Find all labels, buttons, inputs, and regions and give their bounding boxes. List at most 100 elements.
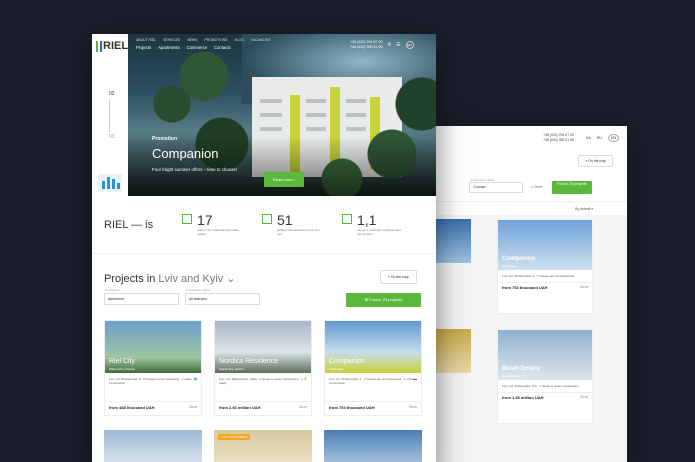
back-map-row: ⌖ On the map <box>405 149 627 173</box>
nav-commerce[interactable]: Commerce <box>187 45 207 50</box>
nav-projects[interactable]: Projects <box>136 45 151 50</box>
project-name: Companion <box>329 358 365 365</box>
slide-progress-line <box>109 100 110 132</box>
project-district: Zaliznychnyi district <box>109 367 136 371</box>
hero-shade <box>92 136 436 196</box>
stat-text: years in the residential real estate mar… <box>197 228 239 236</box>
back-filters: Construction status Choose × Clear Found:… <box>405 173 627 201</box>
projects-page-window: +38 (032) 294 67 00 +38 (044) 390 21 50 … <box>405 126 627 462</box>
award-badge-icon <box>98 174 122 192</box>
stat-years: 17 years in the residential real estate m… <box>182 212 262 237</box>
back-card-price: from 1.35 million UAH <box>502 395 544 400</box>
project-card-companion[interactable]: Companion Sykhivskyi Lviv, vul. Shuhevyc… <box>324 320 422 416</box>
language-switcher[interactable]: EN <box>405 41 414 49</box>
project-card-partial[interactable]: LAST APARTMENTS <box>214 430 312 462</box>
project-district: Sykhivskyi <box>329 367 344 371</box>
read-more-button[interactable]: Read more › <box>264 172 304 187</box>
back-found-button[interactable]: Found: 23 projects <box>552 180 593 194</box>
back-card-bereh-dnipra[interactable]: Bereh Dnipra Darnytskyi district Kyiv, v… <box>497 329 593 424</box>
project-go-link[interactable]: Go to <box>409 405 417 410</box>
city-dropdown[interactable]: Lviv and Kyiv ⌄ <box>158 273 235 285</box>
map-label: On the map <box>390 275 409 279</box>
nav-about[interactable]: ABOUT RIEL <box>136 38 156 42</box>
project-info-text: Lviv, vul. Shuhevycha, 2 · 7 houses are … <box>329 377 414 385</box>
search-icon[interactable]: ⚲ <box>387 42 391 48</box>
found-projects-button[interactable]: ⊞ Found: 23 projects <box>346 293 421 307</box>
back-card-price: from 753 thousand UAH <box>502 285 548 290</box>
lang-en[interactable]: EN <box>608 133 619 142</box>
main-navigation: ABOUT RIEL SERVICES NEWS PROMOTIONS BLOG… <box>136 38 270 50</box>
brand-statement: RIEL — is <box>104 218 154 231</box>
project-price: from 2.66 million UAH <box>219 405 261 410</box>
slide-current[interactable]: 02 <box>109 91 115 97</box>
clear-label: Clear <box>533 185 543 189</box>
back-card-price-row: from 1.35 million UAH Go to <box>498 392 592 402</box>
logo-text: RIEL <box>103 40 129 52</box>
project-image: Riel City Zaliznychnyi district <box>105 321 201 373</box>
back-card-name: Bereh Dnipra <box>502 366 540 372</box>
stat-facilities: 51 facilities commissioned in Lviv and Ky… <box>262 212 342 237</box>
back-card-go-link[interactable]: Go to <box>580 395 588 400</box>
developer-logo-icon: ❦ <box>304 377 307 381</box>
stat-text: mln sq.m of already completed and new pr… <box>357 228 401 236</box>
blueprint-icon <box>342 214 352 225</box>
project-filters: Fe category apartment Construction status… <box>104 288 260 305</box>
back-card-info: Lviv, vul. Shuhevycha, 2 · 7 houses are … <box>502 274 575 278</box>
map-button[interactable]: ⌖ On the map <box>380 270 417 284</box>
back-map-button[interactable]: ⌖ On the map <box>578 155 613 167</box>
back-card-info: Kyiv, vul. Kolomyiska, 17a · 1 house is … <box>502 384 579 388</box>
riel-logo[interactable]: RIEL <box>96 40 128 52</box>
logo-mark-icon <box>96 40 102 52</box>
stat-value: 51 <box>277 212 293 229</box>
slide-next[interactable]: 03 <box>109 134 115 140</box>
project-info-text: Lviv, vul. Rudnens'ka, 8 · 3 houses in c… <box>109 377 192 385</box>
project-card-partial[interactable] <box>104 430 202 462</box>
nav-vacancies[interactable]: VACANCIES <box>251 38 270 42</box>
back-card-go-link[interactable]: Go to <box>580 285 588 290</box>
back-header: +38 (032) 294 67 00 +38 (044) 390 21 50 … <box>405 126 627 149</box>
back-card-grid: Companion Sykhivskyi Lviv, vul. Shuhevyc… <box>405 215 627 462</box>
company-stats: RIEL — is 17 years in the residential rea… <box>92 196 436 254</box>
project-go-link[interactable]: Go to <box>189 405 197 410</box>
projects-title: Projects in <box>104 273 156 285</box>
clear-filters-link[interactable]: × Clear <box>531 185 542 189</box>
project-card-riel-city[interactable]: Riel City Zaliznychnyi district Lviv, vu… <box>104 320 202 416</box>
promo-kicker: Promotion <box>152 136 177 142</box>
sort-select[interactable]: By default ▾ <box>405 201 627 215</box>
menu-icon[interactable]: ☰ <box>396 42 400 48</box>
status-value: Choose <box>473 184 486 189</box>
project-image: Nordica Residence Frankivskyi district <box>215 321 311 373</box>
developer-logo-icon: ▬ <box>413 377 418 381</box>
project-card-nordica[interactable]: Nordica Residence Frankivskyi district K… <box>214 320 312 416</box>
lang-ru[interactable]: RU <box>597 136 602 140</box>
promo-block: Promotion Companion Four bright summer o… <box>152 136 237 172</box>
project-card-partial[interactable] <box>324 430 422 462</box>
project-go-link[interactable]: Go to <box>299 405 307 410</box>
project-price: from 753 thousand UAH <box>329 405 375 410</box>
chevron-down-icon: ▾ <box>591 206 593 211</box>
nav-services[interactable]: SERVICES <box>163 38 180 42</box>
stat-area: 1,1 mln sq.m of already completed and new… <box>342 212 422 237</box>
construction-status-select[interactable]: Construction status all statuses <box>185 288 260 305</box>
project-info: Lviv, vul. Shuhevycha, 2 · 7 houses are … <box>325 373 421 401</box>
nav-news[interactable]: NEWS <box>187 38 197 42</box>
nav-apartments[interactable]: Apartments <box>158 45 179 50</box>
back-card-companion[interactable]: Companion Sykhivskyi Lviv, vul. Shuhevyc… <box>497 219 593 314</box>
header-phones: +38 (032) 294 67 00 +38 (044) 390 21 50 <box>350 40 382 50</box>
nav-promotions[interactable]: PROMOTIONS <box>204 38 227 42</box>
nav-contacts[interactable]: Contacts <box>214 45 231 50</box>
category-caption: Fe category <box>105 288 120 292</box>
phone-2[interactable]: +38 (044) 390 21 50 <box>350 45 382 50</box>
chart-icon <box>182 214 192 225</box>
project-info: Kyiv, vul. Zabolotnoho, 148a · 1 house i… <box>215 373 311 401</box>
nav-blog[interactable]: BLOG <box>235 38 244 42</box>
category-select[interactable]: Fe category apartment <box>104 288 179 305</box>
lang-ua[interactable]: UA <box>586 136 591 140</box>
read-more-label: Read more <box>272 177 293 182</box>
project-info: Lviv, vul. Rudnens'ka, 8 · 3 houses in c… <box>105 373 201 401</box>
last-apartments-tag: LAST APARTMENTS <box>218 434 251 440</box>
building-icon <box>262 214 272 225</box>
back-phone-2[interactable]: +38 (044) 390 21 50 <box>543 138 574 143</box>
partial-card-image <box>435 219 471 263</box>
status-select[interactable]: Construction status Choose <box>469 178 523 193</box>
